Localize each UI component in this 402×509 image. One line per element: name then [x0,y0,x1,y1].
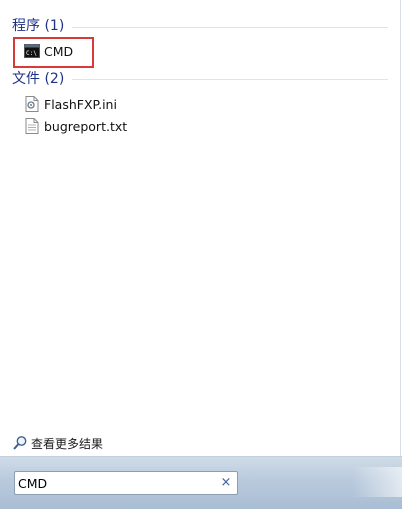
result-item-bugreport-txt[interactable]: bugreport.txt [24,115,244,137]
programs-group-header: 程序 (1) [12,18,65,34]
start-menu-results-panel: 程序 (1) C:\ CMD 文件 (2) FlashFXP.ini bugre… [0,0,401,456]
bar-shine [352,467,402,497]
search-box[interactable]: × [14,471,238,495]
result-item-flashfxp-ini[interactable]: FlashFXP.ini [24,93,244,115]
search-icon [12,435,28,451]
result-item-label: FlashFXP.ini [44,96,117,112]
txt-file-icon [24,118,40,134]
close-icon[interactable]: × [219,475,233,491]
ini-file-icon [24,96,40,112]
see-more-label: 查看更多结果 [31,436,104,451]
search-bar-area: × [0,456,402,509]
files-divider [72,79,388,80]
highlight-box [13,37,94,68]
files-group-header: 文件 (2) [12,71,65,87]
result-item-label: bugreport.txt [44,118,128,134]
see-more-results-link[interactable]: 查看更多结果 [12,434,103,452]
search-input[interactable] [18,474,214,492]
programs-divider [72,27,388,28]
